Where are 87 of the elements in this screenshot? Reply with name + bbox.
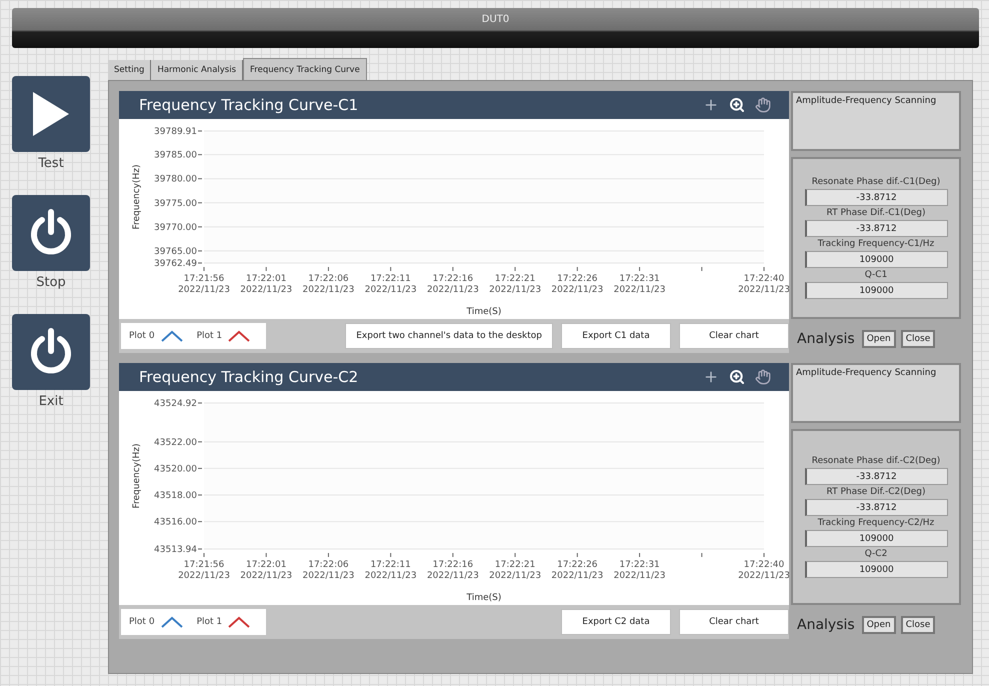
axis-tick-label: 17:22:31 2022/11/23: [614, 560, 666, 581]
axis-title: Frequency(Hz): [132, 444, 142, 508]
axis-tick-label: 39785.00: [154, 150, 197, 161]
window-title: DUT0: [482, 14, 510, 27]
axis-tick-label: 17:22:06 2022/11/23: [302, 274, 354, 295]
tab[interactable]: Harmonic Analysis: [151, 60, 244, 80]
axis-tick-label: 39762.49: [154, 259, 197, 269]
action-button[interactable]: Clear chart: [679, 323, 789, 349]
button-label: Test: [38, 156, 64, 171]
play-button[interactable]: [12, 76, 90, 152]
tab[interactable]: Frequency Tracking Curve: [243, 58, 367, 80]
action-button[interactable]: Export C1 data: [561, 323, 671, 349]
axis-tick-label: 17:22:06 2022/11/23: [302, 560, 354, 581]
play-icon: [31, 90, 71, 138]
axis-tick-label: 43520.00: [154, 464, 197, 474]
hand-icon[interactable]: [755, 369, 771, 385]
zoom-icon[interactable]: [729, 369, 745, 385]
axis-tick-label: 17:22:31 2022/11/23: [614, 274, 666, 295]
axis-tick-label: 17:22:21 2022/11/23: [489, 274, 542, 295]
axis-tick-label: 17:22:16 2022/11/23: [426, 274, 479, 295]
axis-tick-label: 17:22:01 2022/11/23: [240, 274, 292, 295]
zoom-icon[interactable]: [729, 97, 745, 113]
reading-value: 109000: [804, 561, 948, 578]
axis-tick-label: 17:22:26 2022/11/23: [551, 560, 604, 581]
analysis-button[interactable]: Open: [862, 330, 896, 348]
crosshair-icon[interactable]: [703, 369, 719, 385]
axis-tick-label: 39780.00: [154, 174, 197, 185]
legend-label: Plot 1: [196, 617, 222, 627]
axis-tick-label: 43518.00: [154, 491, 197, 502]
analysis-button[interactable]: Close: [900, 616, 936, 634]
axis-tick-label: 17:22:40 2022/11/23: [738, 274, 789, 295]
reading-value: 109000: [804, 530, 948, 547]
power-button[interactable]: [12, 195, 90, 271]
scan-box[interactable]: Amplitude-Frequency Scanning: [791, 91, 961, 151]
reading-value: -33.8712: [804, 468, 948, 485]
chart-title: Frequency Tracking Curve-C1: [139, 96, 360, 114]
reading-label: Q-C1: [864, 270, 888, 280]
axis-tick-label: 39765.00: [154, 246, 197, 257]
axis-tick-label: 43516.00: [154, 518, 197, 528]
reading-value: -33.8712: [804, 220, 948, 237]
legend-label: Plot 0: [129, 331, 155, 341]
hand-icon[interactable]: [755, 97, 771, 113]
reading-label: RT Phase Dif.-C1(Deg): [826, 208, 926, 218]
reading-value: 109000: [804, 282, 948, 299]
reading-label: Tracking Frequency-C1/Hz: [818, 239, 934, 249]
analysis-button[interactable]: Close: [900, 330, 936, 348]
tab[interactable]: Setting: [108, 60, 152, 80]
reading-label: Q-C2: [864, 549, 888, 559]
button-label: Exit: [38, 394, 64, 409]
reading-value: 109000: [804, 251, 948, 268]
analysis-label: Analysis: [797, 617, 855, 633]
axis-tick-label: 39770.00: [154, 222, 197, 233]
scan-box[interactable]: Amplitude-Frequency Scanning: [791, 363, 961, 423]
reading-value: -33.8712: [804, 189, 948, 206]
action-button[interactable]: Export C2 data: [561, 609, 671, 635]
power-button[interactable]: [12, 314, 90, 390]
axis-title: Time(S): [466, 593, 502, 603]
axis-tick-label: 17:22:11 2022/11/23: [364, 560, 417, 581]
axis-tick-label: 39789.91: [154, 127, 197, 137]
axis-tick-label: 17:22:21 2022/11/23: [489, 560, 542, 581]
chart-title: Frequency Tracking Curve-C2: [139, 368, 360, 386]
axis-title: Time(S): [466, 307, 502, 317]
reading-value: -33.8712: [804, 499, 948, 516]
reading-label: Resonate Phase dif.-C1(Deg): [812, 177, 940, 187]
axis-tick-label: 17:22:26 2022/11/23: [551, 274, 604, 295]
axis-tick-label: 43513.94: [154, 545, 197, 555]
axis-tick-label: 17:22:16 2022/11/23: [426, 560, 479, 581]
crosshair-icon[interactable]: [703, 97, 719, 113]
axis-tick-label: 17:21:56 2022/11/23: [178, 560, 230, 581]
reading-label: RT Phase Dif.-C2(Deg): [826, 487, 926, 497]
axis-tick-label: 39775.00: [154, 198, 197, 209]
legend-label: Plot 1: [196, 331, 222, 341]
action-button[interactable]: Export two channel's data to the desktop: [345, 323, 553, 349]
axis-tick-label: 17:22:11 2022/11/23: [364, 274, 417, 295]
axis-tick-label: 43522.00: [154, 438, 197, 448]
analysis-button[interactable]: Open: [862, 616, 896, 634]
axis-tick-label: 17:22:40 2022/11/23: [738, 560, 789, 581]
axis-tick-label: 43524.92: [154, 399, 197, 409]
legend-label: Plot 0: [129, 617, 155, 627]
reading-label: Resonate Phase dif.-C2(Deg): [812, 456, 940, 466]
analysis-label: Analysis: [797, 331, 855, 347]
action-button[interactable]: Clear chart: [679, 609, 789, 635]
axis-tick-label: 17:22:01 2022/11/23: [240, 560, 292, 581]
axis-tick-label: 17:21:56 2022/11/23: [178, 274, 230, 295]
button-label: Stop: [36, 275, 66, 290]
axis-title: Frequency(Hz): [132, 164, 142, 230]
reading-label: Tracking Frequency-C2/Hz: [818, 518, 934, 528]
